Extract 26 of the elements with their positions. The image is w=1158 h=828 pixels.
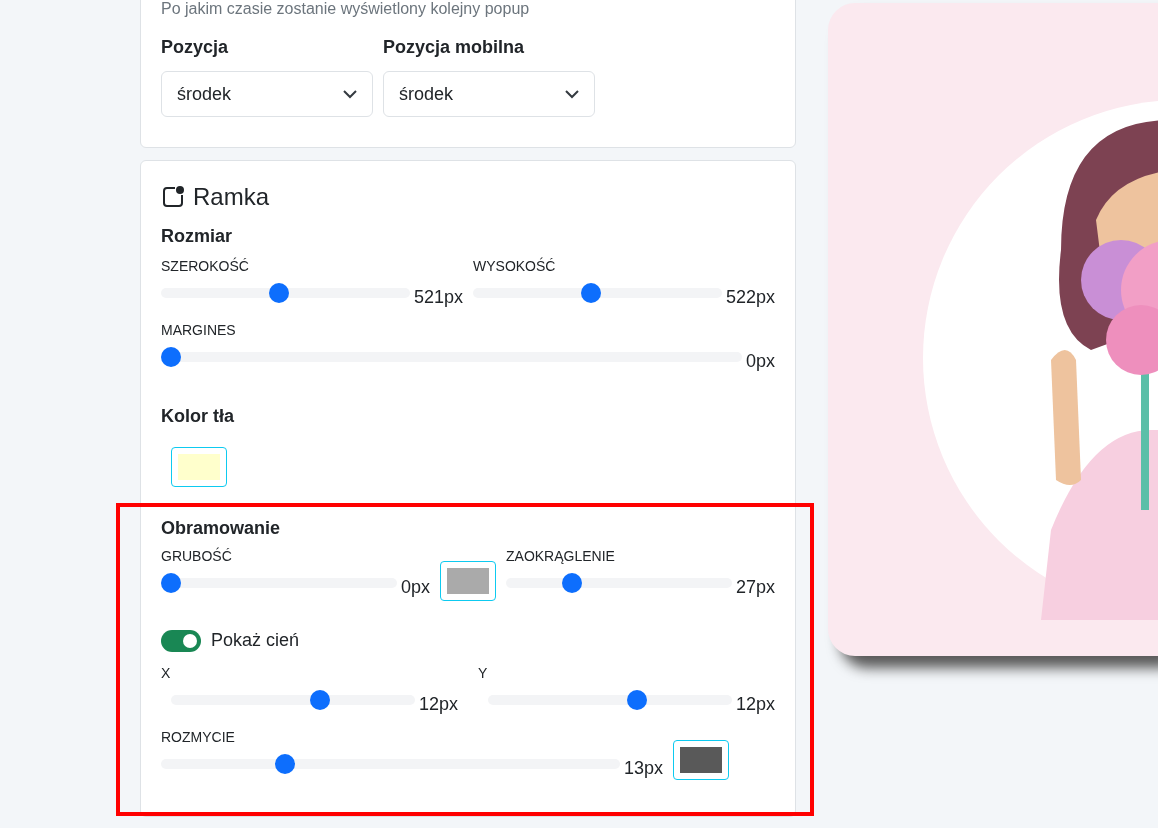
section-heading: Rozmiar bbox=[161, 225, 233, 247]
slider-label: MARGINES bbox=[161, 321, 237, 339]
hint-text: Po jakim czasie zostanie wyświetlony kolejny popup bbox=[161, 0, 531, 19]
slider-value: 0px bbox=[745, 350, 775, 373]
slider-label: WYSOKOŚĆ bbox=[473, 257, 557, 275]
toggle-label: Pokaż cień bbox=[211, 629, 300, 652]
position-select[interactable]: środek bbox=[161, 71, 373, 117]
slider-value: 522px bbox=[725, 286, 775, 309]
slider-value: 27px bbox=[735, 576, 775, 599]
slider-value: 12px bbox=[418, 693, 458, 716]
slider-label: ZAOKRĄGLENIE bbox=[506, 547, 616, 565]
slider-label: ROZMYCIE bbox=[161, 728, 236, 746]
field-label: Pozycja bbox=[161, 36, 230, 59]
slider-value: 13px bbox=[623, 757, 663, 780]
section-heading: Kolor tła bbox=[161, 405, 235, 427]
field-label: Pozycja mobilna bbox=[383, 36, 526, 59]
card-title: Ramka bbox=[193, 183, 270, 211]
slider-value: 521px bbox=[413, 286, 463, 309]
section-heading: Obramowanie bbox=[161, 517, 282, 539]
position-select[interactable]: środek bbox=[383, 71, 595, 117]
slider-value: 0px bbox=[400, 576, 430, 599]
slider-label: SZEROKOŚĆ bbox=[161, 257, 250, 275]
slider-value: 12px bbox=[735, 693, 775, 716]
slider-label: GRUBOŚĆ bbox=[161, 547, 233, 565]
slider-label: X bbox=[161, 664, 172, 682]
slider-label: Y bbox=[478, 664, 489, 682]
